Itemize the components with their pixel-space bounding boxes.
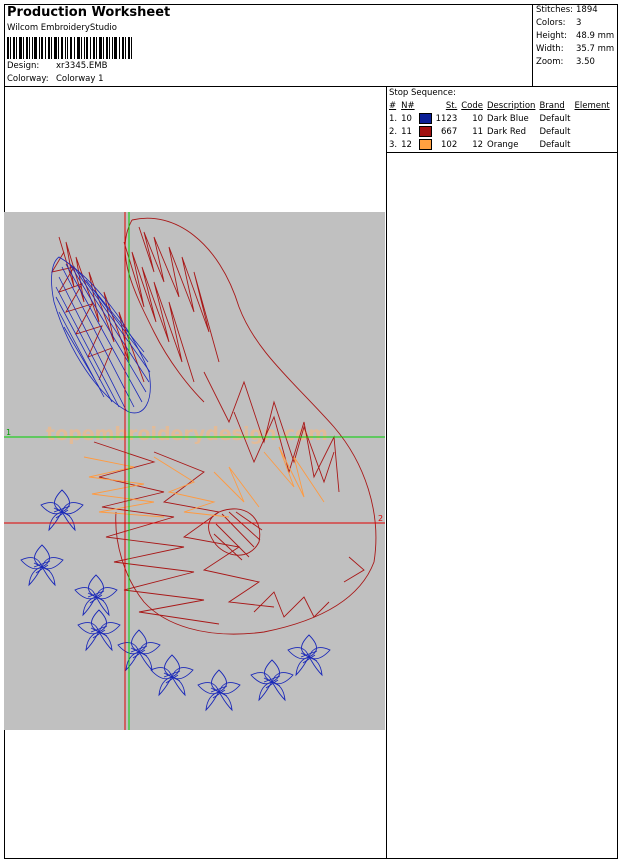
col-code: Code — [461, 101, 484, 111]
watermark-text: topembroiderydesign.com — [46, 423, 328, 445]
design-value: xr3345.EMB — [56, 61, 108, 71]
col-description: Description — [487, 101, 536, 111]
needle-number: 11 — [401, 126, 412, 137]
stat-colors: Colors: 3 — [536, 18, 614, 31]
flower — [117, 629, 161, 672]
table-row: 3. 12 102 12 Orange Default — [387, 138, 612, 151]
stat-value: 1894 — [576, 5, 598, 15]
flower — [40, 489, 84, 532]
flower — [250, 659, 294, 702]
design-preview: topembroiderydesign.com 1 2 — [4, 212, 385, 730]
stats-divider — [532, 4, 533, 87]
table-row: 2. 11 667 11 Dark Red Default — [387, 125, 612, 138]
color-swatch-box — [418, 139, 432, 150]
element-name — [573, 138, 612, 151]
stat-label: Zoom: — [536, 57, 564, 67]
colorway-label: Colorway: — [7, 74, 49, 84]
color-swatch — [417, 112, 434, 125]
flower — [74, 574, 118, 617]
stitch-count: 667 — [441, 126, 458, 137]
element-name — [573, 112, 612, 125]
flower — [197, 669, 241, 712]
guide-marker-2: 2 — [378, 514, 383, 523]
stop-sequence-table: # N# St. Code Description Brand Element … — [387, 100, 612, 151]
stitch-count: 102 — [441, 139, 458, 150]
colorway-value: Colorway 1 — [56, 74, 104, 84]
stat-value: 48.9 mm — [576, 31, 615, 41]
barcode — [7, 37, 132, 59]
guide-marker-1: 1 — [6, 428, 11, 437]
color-swatch — [417, 138, 434, 151]
stats-panel: Stitches: 1894 Colors: 3 Height: 48.9 mm Wi… — [536, 5, 614, 70]
col-element: Element — [574, 101, 610, 111]
table-row: 1. 10 1123 10 Dark Blue Default — [387, 112, 612, 125]
flower — [150, 654, 194, 697]
color-swatch — [417, 125, 434, 138]
embroidery-preview: topembroiderydesign.com 1 2 — [4, 212, 385, 730]
color-description: Orange — [487, 139, 519, 150]
col-stitches: St. — [445, 101, 458, 111]
main-divider — [386, 87, 387, 859]
stop-sequence-title: Stop Sequence: — [389, 88, 456, 98]
row-number: 1. — [389, 113, 398, 124]
color-code: 12 — [472, 139, 484, 150]
stat-width: Width: 35.7 mm — [536, 44, 614, 57]
element-name — [573, 125, 612, 138]
thread-brand: Default — [539, 139, 571, 150]
stat-value: 35.7 mm — [576, 44, 615, 54]
needle-number: 10 — [401, 113, 412, 124]
design-label: Design: — [7, 61, 40, 71]
flower — [287, 634, 331, 677]
row-number: 3. — [389, 139, 398, 150]
thread-brand: Default — [539, 126, 571, 137]
needle-number: 12 — [401, 139, 412, 150]
color-description: Dark Blue — [487, 113, 529, 124]
color-code: 11 — [472, 126, 484, 137]
stat-value: 3.50 — [576, 57, 595, 67]
stat-label: Height: — [536, 31, 567, 41]
header-divider — [4, 86, 618, 87]
colorway-row: Colorway: Colorway 1 — [7, 74, 104, 84]
stat-value: 3 — [576, 18, 582, 28]
col-brand: Brand — [539, 101, 565, 111]
table-header-row: # N# St. Code Description Brand Element — [387, 100, 612, 112]
color-swatch-box — [418, 126, 432, 137]
stat-label: Width: — [536, 44, 564, 54]
col-number: # — [389, 101, 397, 111]
stat-stitches: Stitches: 1894 — [536, 5, 614, 18]
stitch-count: 1123 — [435, 113, 458, 124]
col-swatch — [417, 100, 434, 112]
stop-sequence-divider — [386, 152, 618, 153]
col-needle: N# — [401, 101, 415, 111]
row-number: 2. — [389, 126, 398, 137]
color-code: 10 — [472, 113, 484, 124]
stat-zoom: Zoom: 3.50 — [536, 57, 614, 70]
page-title: Production Worksheet — [7, 5, 171, 20]
color-swatch-box — [418, 113, 432, 124]
flower — [20, 544, 64, 587]
stat-height: Height: 48.9 mm — [536, 31, 614, 44]
flower — [77, 609, 121, 652]
stat-label: Colors: — [536, 18, 566, 28]
design-row: Design: xr3345.EMB — [7, 61, 107, 71]
software-name: Wilcom EmbroideryStudio — [7, 23, 117, 33]
thread-brand: Default — [539, 113, 571, 124]
color-description: Dark Red — [487, 126, 527, 137]
stat-label: Stitches: — [536, 5, 574, 15]
